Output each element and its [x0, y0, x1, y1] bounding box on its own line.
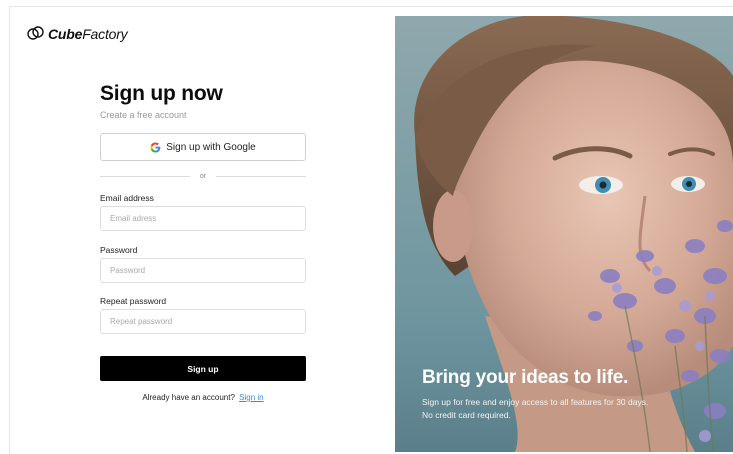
- page-title: Sign up now: [100, 82, 223, 105]
- repeat-password-field[interactable]: [100, 309, 306, 334]
- email-label: Email address: [100, 193, 154, 203]
- window-border: [9, 6, 733, 7]
- signin-prompt-text: Already have an account?: [142, 393, 235, 402]
- password-field[interactable]: [100, 258, 306, 283]
- google-signup-label: Sign up with Google: [166, 141, 256, 153]
- brand-logo[interactable]: CubeFactory: [27, 25, 128, 42]
- brand-name-rest: Factory: [82, 25, 128, 42]
- signin-link[interactable]: Sign in: [239, 393, 263, 402]
- divider-line-right: [216, 176, 306, 177]
- or-divider: or: [100, 171, 306, 183]
- window-border: [9, 6, 10, 454]
- google-signup-button[interactable]: Sign up with Google: [100, 133, 306, 161]
- email-field[interactable]: [100, 206, 306, 231]
- hero-headline: Bring your ideas to life.: [422, 367, 629, 388]
- signup-button[interactable]: Sign up: [100, 356, 306, 381]
- brand-name: CubeFactory: [48, 25, 128, 42]
- signup-page: CubeFactory Sign up now Create a free ac…: [0, 0, 733, 454]
- password-label: Password: [100, 245, 138, 255]
- hero-image: Bring your ideas to life. Sign up for fr…: [395, 16, 733, 452]
- signin-prompt: Already have an account? Sign in: [100, 393, 306, 402]
- logo-icon: [27, 25, 44, 42]
- google-icon: [150, 141, 161, 153]
- brand-name-bold: Cube: [48, 25, 83, 42]
- page-subtitle: Create a free account: [100, 110, 187, 120]
- repeat-password-label: Repeat password: [100, 296, 167, 306]
- hero-subtext: Sign up for free and enjoy access to all…: [422, 397, 649, 420]
